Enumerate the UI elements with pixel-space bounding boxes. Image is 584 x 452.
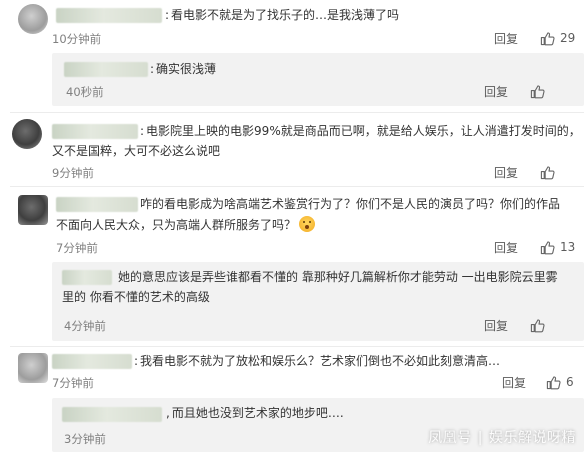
thumbs-up-icon [530,318,545,333]
comment-text: : 看电影不就是为了找乐子的…是我浅薄了吗 [165,8,400,22]
like-count: 29 [560,31,576,45]
reply-time: 3分钟前 [64,432,106,446]
reply-time: 4分钟前 [64,319,106,333]
like-button[interactable] [540,164,555,180]
avatar[interactable] [18,353,48,383]
reply-button[interactable]: 回复 [494,241,518,255]
reply-text: : 确实很浅薄 [150,62,217,76]
comment-text-cont: 不面向人民大众，只为高端人群所服务了吗？ [56,214,316,236]
thumbs-up-icon [530,84,545,99]
reply-text: 她的意思应该是弄些谁都看不懂的 靠那种好几篇解析你才能劳动 一出电影院云里雾 [118,270,558,284]
like-count: 6 [566,375,574,389]
comment-time: 7分钟前 [56,241,98,255]
thumbs-up-icon [546,375,561,390]
username-blurred[interactable] [52,354,132,369]
watermark: 凤凰号 | 娱乐解说呀精 [428,430,576,446]
like-button[interactable]: 29 [540,30,575,46]
like-count: 13 [560,240,576,254]
thumbs-up-icon [540,240,555,255]
divider [10,186,584,187]
username-blurred[interactable] [62,407,162,422]
avatar[interactable] [18,4,48,34]
thumbs-up-icon [540,165,555,180]
divider [10,346,584,347]
reply-time: 40秒前 [66,85,104,99]
like-button[interactable]: 13 [540,239,575,255]
thinking-emoji-icon [299,216,316,232]
reply-button[interactable]: 回复 [484,85,508,99]
reply-button[interactable]: 回复 [484,319,508,333]
username-blurred[interactable] [62,270,112,285]
divider [10,112,584,113]
like-button[interactable]: 6 [546,374,574,390]
watermark-brand: 凤凰号 [428,430,472,446]
reply-button[interactable]: 回复 [502,376,526,390]
comment-time: 7分钟前 [52,376,94,390]
username-blurred[interactable] [52,124,138,139]
avatar[interactable] [12,119,42,149]
watermark-author: 娱乐解说呀精 [489,430,576,446]
reply-button[interactable]: 回复 [494,32,518,46]
comment-time: 9分钟前 [52,166,94,180]
reply-text-cont: 里的 你看不懂的艺术的高级 [62,290,210,304]
avatar[interactable] [18,195,48,225]
comment-text-cont: 又不是国粹，大可不必这么说吧 [52,144,221,158]
username-blurred[interactable] [56,8,162,23]
like-button[interactable] [530,317,545,333]
reply-text: , 而且她也没到艺术家的地步吧…. [166,406,344,420]
comment-time: 10分钟前 [52,32,102,46]
like-button[interactable] [530,83,545,99]
username-blurred[interactable] [64,62,148,77]
username-blurred[interactable] [56,197,138,212]
comment-text: 咋的看电影成为啥高端艺术鉴赏行为了？你们不是人民的演员了吗？你们的作品 [140,197,561,211]
reply-button[interactable]: 回复 [494,166,518,180]
comment-text: : 电影院里上映的电影99%就是商品而已啊，就是给人娱乐，让人消遣打发时间的， [140,124,581,138]
thumbs-up-icon [540,31,555,46]
comment-text: : 我看电影不就为了放松和娱乐么？艺术家们倒也不必如此刻意清高… [134,354,501,368]
